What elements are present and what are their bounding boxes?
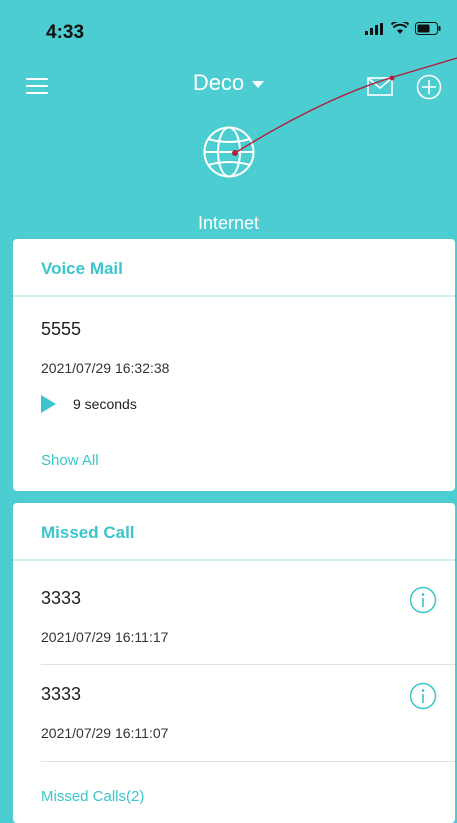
missed-calls-link[interactable]: Missed Calls(2) — [41, 788, 144, 805]
voice-mail-card: Voice Mail 5555 2021/07/29 16:32:38 9 se… — [13, 239, 455, 491]
info-icon[interactable] — [409, 682, 437, 710]
play-icon[interactable] — [41, 395, 56, 413]
missed-call-caller: 3333 — [41, 588, 82, 608]
missed-call-date: 2021/07/29 16:11:07 — [41, 725, 169, 741]
voice-mail-caller: 5555 — [41, 319, 82, 339]
row-divider — [41, 761, 455, 762]
missed-call-title: Missed Call — [41, 523, 135, 542]
missed-call-card: Missed Call 3333 2021/07/29 16:11:17 333… — [13, 503, 455, 823]
annotation-arrow — [232, 57, 457, 156]
voice-mail-title: Voice Mail — [41, 259, 123, 278]
voice-mail-date: 2021/07/29 16:32:38 — [41, 360, 170, 376]
missed-call-header: Missed Call — [13, 503, 455, 561]
missed-call-date: 2021/07/29 16:11:17 — [41, 629, 169, 645]
row-divider — [41, 664, 455, 665]
internet-label: Internet — [197, 213, 260, 233]
voice-mail-duration: 9 seconds — [73, 396, 137, 412]
info-icon[interactable] — [409, 586, 437, 614]
voice-mail-player[interactable]: 9 seconds — [41, 395, 137, 413]
voice-mail-header: Voice Mail — [13, 239, 455, 297]
missed-call-caller: 3333 — [41, 684, 82, 704]
show-all-link[interactable]: Show All — [41, 452, 99, 469]
